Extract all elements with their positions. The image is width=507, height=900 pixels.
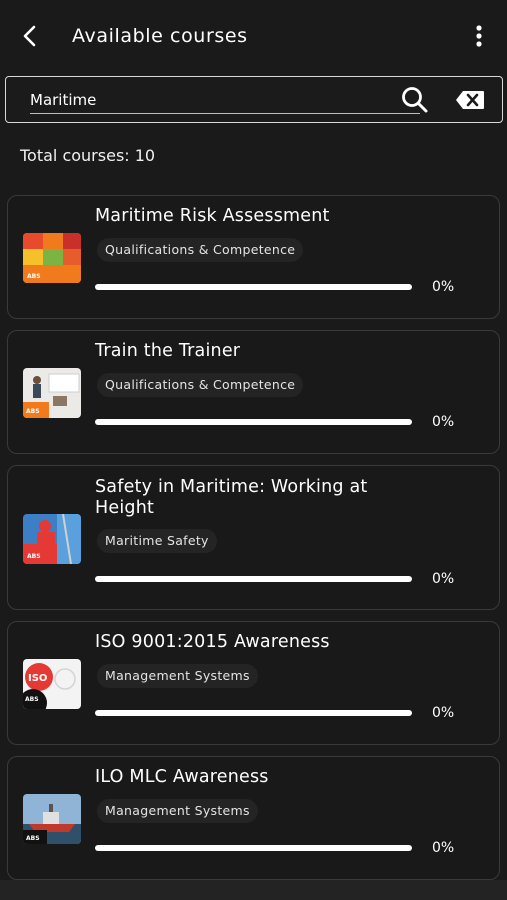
course-category-badge: Management Systems xyxy=(97,799,258,823)
svg-text:ABS: ABS xyxy=(27,273,41,280)
backspace-icon xyxy=(456,91,484,109)
course-title: Safety in Maritime: Working at Height xyxy=(95,477,368,518)
course-category-badge: Maritime Safety xyxy=(97,529,217,553)
search-bar xyxy=(5,76,503,123)
course-card[interactable]: ABS ILO MLC Awareness Management Systems… xyxy=(7,756,500,880)
svg-text:ABS: ABS xyxy=(26,835,40,842)
more-options-button[interactable] xyxy=(465,22,493,50)
course-category-badge: Qualifications & Competence xyxy=(97,238,304,262)
total-courses-label: Total courses: 10 xyxy=(20,146,156,165)
search-button[interactable] xyxy=(399,85,431,115)
course-progress-bar xyxy=(95,419,412,425)
risk-matrix-thumbnail: ABS xyxy=(23,233,81,283)
course-progress-label: 0% xyxy=(432,414,455,430)
course-card[interactable]: ABS Train the Trainer Qualifications & C… xyxy=(7,330,500,454)
svg-text:ABS: ABS xyxy=(27,553,41,560)
course-card[interactable]: ABS Maritime Risk Assessment Qualificati… xyxy=(7,195,500,319)
course-progress-bar xyxy=(95,845,412,851)
more-vertical-icon xyxy=(476,25,482,47)
course-card[interactable]: ISO ABS ISO 9001:2015 Awareness Manageme… xyxy=(7,621,500,745)
course-card[interactable]: ABS Safety in Maritime: Working at Heigh… xyxy=(7,465,500,610)
course-progress-bar xyxy=(95,284,412,290)
app-bar: Available courses xyxy=(0,0,507,72)
course-category-badge: Qualifications & Competence xyxy=(97,373,304,397)
course-progress-label: 0% xyxy=(432,571,455,587)
svg-text:ABS: ABS xyxy=(26,408,40,415)
search-input-underline xyxy=(30,113,420,114)
svg-text:ISO: ISO xyxy=(28,673,47,684)
search-icon xyxy=(402,87,428,113)
chevron-left-icon xyxy=(23,25,36,47)
course-title: ILO MLC Awareness xyxy=(95,767,269,787)
bottom-edge xyxy=(0,880,507,900)
iso-logo-thumbnail: ISO ABS xyxy=(23,659,81,709)
course-progress-label: 0% xyxy=(432,705,455,721)
svg-text:ABS: ABS xyxy=(25,696,39,703)
course-progress-bar xyxy=(95,710,412,716)
page-title: Available courses xyxy=(72,25,248,47)
course-title: Train the Trainer xyxy=(95,341,241,361)
course-progress-label: 0% xyxy=(432,840,455,856)
clear-search-button[interactable] xyxy=(453,88,487,112)
search-input[interactable] xyxy=(26,85,386,115)
course-category-badge: Management Systems xyxy=(97,664,258,688)
course-progress-label: 0% xyxy=(432,279,455,295)
classroom-thumbnail: ABS xyxy=(23,368,81,418)
course-progress-bar xyxy=(95,576,412,582)
worker-at-height-thumbnail: ABS xyxy=(23,514,81,564)
back-button[interactable] xyxy=(16,22,44,50)
ship-thumbnail: ABS xyxy=(23,794,81,844)
course-title: Maritime Risk Assessment xyxy=(95,206,330,226)
course-title: ISO 9001:2015 Awareness xyxy=(95,632,330,652)
